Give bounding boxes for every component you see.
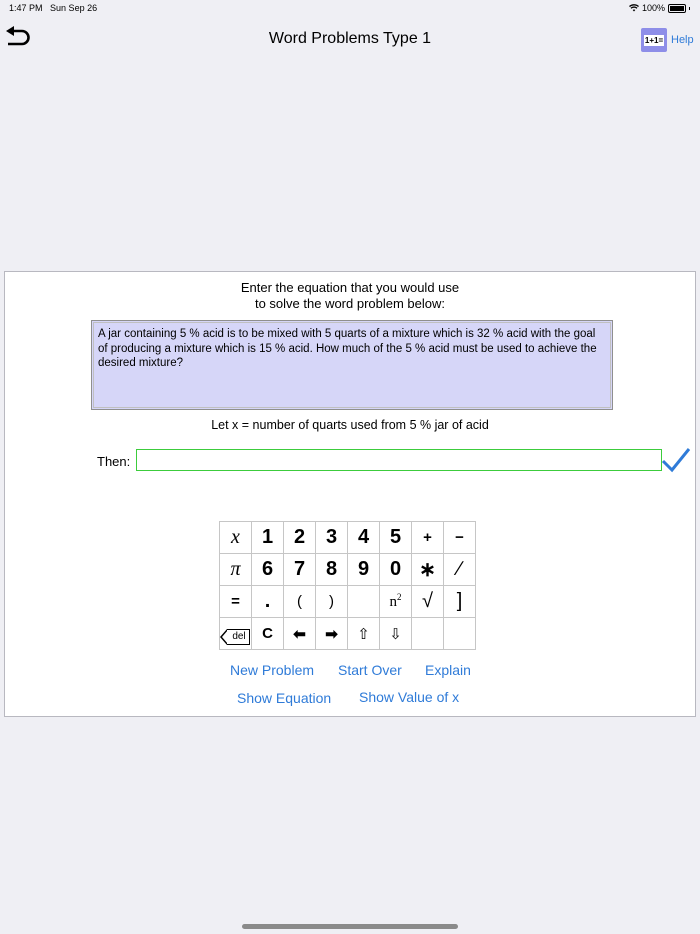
left-arrow-icon[interactable]: ⬅ [283,617,316,650]
right-arrow-icon[interactable]: ➡ [315,617,348,650]
calculator-icon-label: 1+1= [643,34,665,46]
key-4[interactable]: 4 [347,521,380,554]
key-empty-2 [443,617,476,650]
battery-icon [668,3,686,13]
battery-percent: 100% [641,3,665,13]
keypad: x 1 2 3 4 5 + − π 6 7 8 9 0 ∗ ∕ = . ( ) … [219,521,476,650]
key-multiply[interactable]: ∗ [411,553,444,586]
new-problem-button[interactable]: New Problem [230,662,314,678]
navigation-bar: Word Problems Type 1 1+1= Help [0,16,700,56]
status-time: 1:47 PM Sun Sep 26 [9,3,98,13]
key-close-bracket[interactable]: ] [443,585,476,618]
key-6[interactable]: 6 [251,553,284,586]
status-right: 100% [628,3,690,13]
key-square[interactable]: n2 [379,585,412,618]
start-over-button[interactable]: Start Over [338,662,402,678]
key-1[interactable]: 1 [251,521,284,554]
key-equals[interactable]: = [219,585,252,618]
help-button[interactable]: Help [671,34,694,46]
key-2[interactable]: 2 [283,521,316,554]
status-bar: 1:47 PM Sun Sep 26 100% [0,0,700,16]
key-square-base: n [389,594,398,610]
key-7[interactable]: 7 [283,553,316,586]
key-minus[interactable]: − [443,521,476,554]
calculator-icon[interactable]: 1+1= [641,28,667,52]
key-0[interactable]: 0 [379,553,412,586]
key-x[interactable]: x [219,521,252,554]
down-arrow-icon[interactable]: ⇩ [379,617,412,650]
key-9[interactable]: 9 [347,553,380,586]
instructions-line-2: to solve the word problem below: [254,296,446,311]
check-answer-icon[interactable] [661,446,691,474]
delete-icon: del [220,629,250,645]
explain-button[interactable]: Explain [425,662,471,678]
key-clear[interactable]: C [251,617,284,650]
up-arrow-icon[interactable]: ⇧ [347,617,380,650]
then-label: Then: [97,454,131,469]
equation-input[interactable] [136,449,662,471]
show-equation-button[interactable]: Show Equation [237,690,331,706]
wifi-icon [628,4,639,12]
key-square-exponent: 2 [397,592,402,602]
key-blank [347,585,380,618]
key-delete[interactable]: del [219,617,252,650]
key-plus[interactable]: + [411,521,444,554]
page-title: Word Problems Type 1 [268,30,432,47]
key-3[interactable]: 3 [315,521,348,554]
problem-panel: Enter the equation that you would use to… [4,271,696,717]
key-open-paren[interactable]: ( [283,585,316,618]
key-pi[interactable]: π [219,553,252,586]
word-problem-text: A jar containing 5 % acid is to be mixed… [91,320,613,410]
instructions-line-1: Enter the equation that you would use [240,280,460,295]
key-sqrt[interactable]: √ [411,585,444,618]
variable-definition: Let x = number of quarts used from 5 % j… [211,418,489,432]
key-close-paren[interactable]: ) [315,585,348,618]
key-5[interactable]: 5 [379,521,412,554]
key-empty-1 [411,617,444,650]
home-indicator[interactable] [242,924,458,929]
status-date: Sun Sep 26 [50,3,98,13]
key-decimal[interactable]: . [251,585,284,618]
instructions: Enter the equation that you would use to… [5,280,695,312]
key-8[interactable]: 8 [315,553,348,586]
delete-label: del [232,631,246,642]
key-divide[interactable]: ∕ [443,553,476,586]
show-value-of-x-button[interactable]: Show Value of x [359,689,459,705]
